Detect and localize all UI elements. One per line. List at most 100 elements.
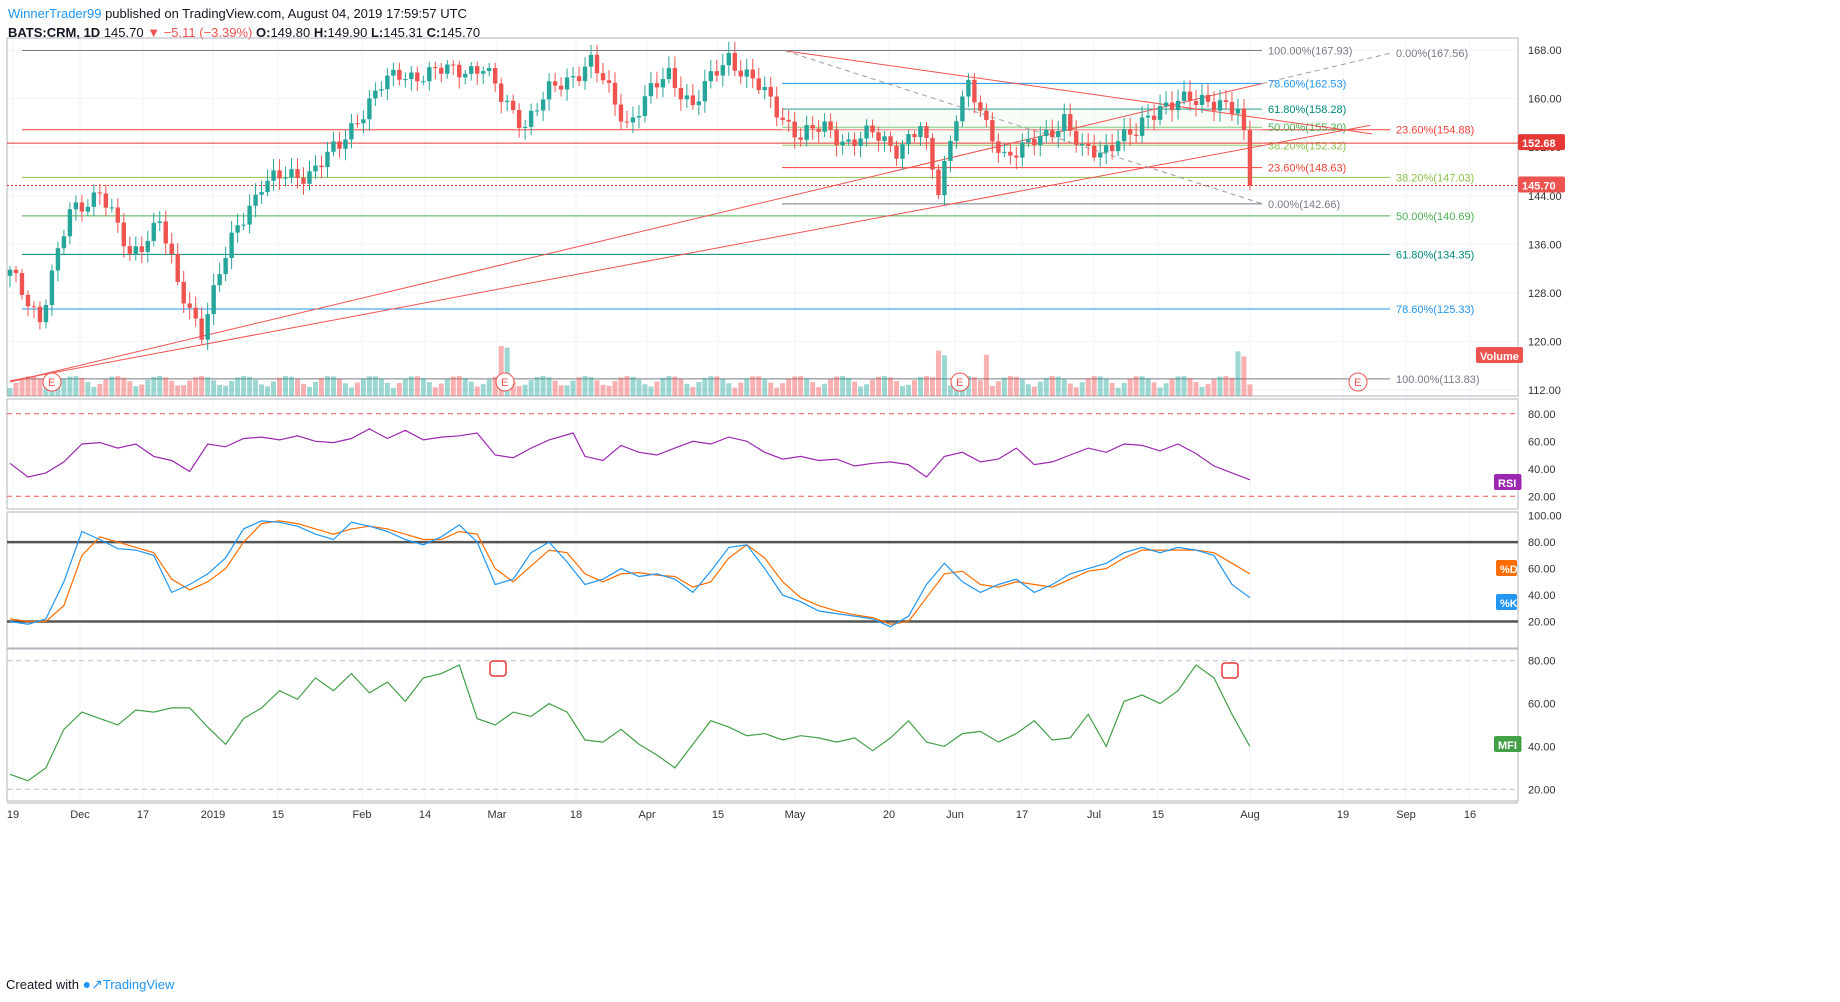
volume-bar xyxy=(1031,386,1037,396)
candle-body xyxy=(726,53,731,66)
volume-bar xyxy=(1079,382,1085,396)
candle-body xyxy=(325,151,330,168)
candle-body xyxy=(427,67,432,82)
mfi-tick-label: 40.00 xyxy=(1528,741,1556,753)
volume-bar xyxy=(684,383,690,396)
candle-body xyxy=(690,95,696,106)
candle-body xyxy=(738,70,743,77)
candle-body xyxy=(295,169,300,178)
price-chart[interactable]: 100.00%(113.83) 78.60%(125.33) 61.80%(134.… xyxy=(0,0,1840,1002)
volume-bar xyxy=(804,378,810,396)
candle-body xyxy=(307,171,312,184)
candle-body xyxy=(265,180,270,193)
volume-bar xyxy=(169,380,175,396)
volume-bar xyxy=(1145,378,1151,396)
volume-bar xyxy=(7,388,13,396)
candle-body xyxy=(984,110,989,120)
volume-bar xyxy=(103,379,109,396)
candle-body xyxy=(187,303,192,308)
volume-bar xyxy=(1121,382,1127,396)
volume-bar xyxy=(762,378,768,396)
candle-body xyxy=(253,194,258,206)
volume-bar xyxy=(1043,377,1049,396)
candle-body xyxy=(1020,142,1025,158)
candle-body xyxy=(463,73,468,78)
mfi-tick-label: 20.00 xyxy=(1528,784,1556,796)
time-tick-label: Feb xyxy=(353,809,372,821)
pane-frame xyxy=(6,648,1519,802)
volume-bar xyxy=(115,376,121,396)
volume-bar xyxy=(1073,387,1079,396)
volume-bar xyxy=(810,382,816,396)
candle-body xyxy=(1169,102,1175,111)
candle-body xyxy=(1211,101,1217,111)
volume-bar xyxy=(31,376,37,396)
volume-bar xyxy=(1175,376,1181,396)
volume-bars xyxy=(7,346,1253,396)
tradingview-link[interactable]: TradingView xyxy=(103,977,175,992)
pane-frame xyxy=(6,398,1519,510)
candle-body xyxy=(7,269,13,276)
volume-bar xyxy=(576,377,582,396)
candle-body xyxy=(624,121,630,123)
candle-body xyxy=(990,119,995,142)
volume-bar xyxy=(396,383,402,396)
candle-body xyxy=(1181,91,1187,101)
candle-body xyxy=(1109,145,1115,152)
volume-bar xyxy=(582,376,588,396)
candle-body xyxy=(313,165,318,172)
candle-body xyxy=(1121,129,1127,142)
candle-body xyxy=(55,248,61,271)
volume-bar xyxy=(786,378,792,396)
candle-body xyxy=(660,79,666,88)
candle-body xyxy=(900,144,905,159)
volume-bar xyxy=(73,376,79,396)
fib-label: 50.00%(140.69) xyxy=(1396,211,1474,223)
candle-body xyxy=(19,273,25,295)
time-tick-label: 15 xyxy=(1152,809,1164,821)
volume-bar xyxy=(474,386,480,396)
candle-body xyxy=(750,69,755,79)
volume-bar xyxy=(13,382,19,396)
volume-bar xyxy=(360,378,366,396)
price-tick-label: 144.00 xyxy=(1528,191,1562,203)
volume-bar xyxy=(780,383,786,396)
candles: EEEE xyxy=(7,41,1368,392)
candle-body xyxy=(127,246,132,254)
candle-body xyxy=(960,96,965,122)
volume-bar xyxy=(900,385,906,396)
candle-body xyxy=(888,136,893,146)
oscillators xyxy=(7,413,1518,790)
candle-body xyxy=(103,193,109,208)
candle-body xyxy=(696,101,702,106)
volume-bar xyxy=(1157,387,1163,396)
volume-bar xyxy=(318,378,324,396)
candle-body xyxy=(151,222,156,241)
candle-body xyxy=(732,53,737,71)
candle-body xyxy=(630,117,636,123)
volume-bar xyxy=(241,376,247,396)
candle-body xyxy=(277,170,282,179)
volume-bar xyxy=(139,384,145,396)
earnings-marker-label: E xyxy=(956,377,963,389)
volume-bar xyxy=(756,376,762,396)
volume-bar xyxy=(911,380,917,396)
volume-bar xyxy=(336,379,342,396)
candle-body xyxy=(492,68,498,84)
candle-body xyxy=(720,65,726,76)
volume-bar xyxy=(91,386,97,396)
volume-bar xyxy=(516,386,522,396)
price-tick-label: 120.00 xyxy=(1528,336,1562,348)
volume-bar xyxy=(714,376,720,396)
time-tick-label: 20 xyxy=(883,809,895,821)
candle-body xyxy=(588,54,594,67)
volume-bar xyxy=(1085,378,1091,396)
candle-body xyxy=(349,123,354,140)
fib-label: 61.80%(158.28) xyxy=(1268,104,1346,116)
candle-body xyxy=(684,95,690,100)
price-tick-label: 168.00 xyxy=(1528,45,1562,57)
candle-body xyxy=(421,81,426,83)
time-tick-label: 17 xyxy=(137,809,149,821)
candle-body xyxy=(834,129,839,146)
candle-body xyxy=(606,80,612,83)
